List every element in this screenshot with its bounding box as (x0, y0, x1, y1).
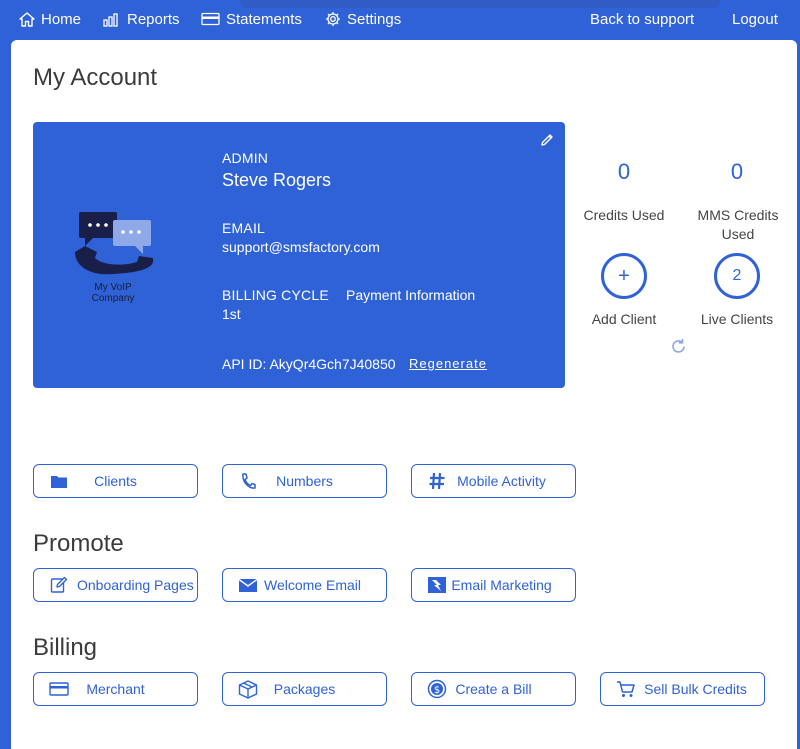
create-a-bill-button[interactable]: $ Create a Bill (411, 672, 576, 706)
billing-cycle-value: 1st (222, 306, 241, 322)
numbers-button[interactable]: Numbers (222, 464, 387, 498)
billing-cycle-label: BILLING CYCLE (222, 287, 329, 303)
nav-home[interactable]: Home (19, 0, 81, 38)
company-name: My VoIP Company (91, 282, 135, 304)
welcome-email-label: Welcome Email (264, 577, 361, 593)
mobile-activity-label: Mobile Activity (457, 473, 546, 489)
gear-icon (326, 12, 340, 26)
live-clients-value: 2 (732, 267, 742, 284)
welcome-email-button[interactable]: Welcome Email (222, 568, 387, 602)
nav-logout[interactable]: Logout (732, 0, 778, 38)
logout-label: Logout (732, 10, 778, 28)
nav-reports-label: Reports (127, 10, 180, 28)
role-label: ADMIN (222, 150, 269, 166)
clients-button[interactable]: Clients (33, 464, 198, 498)
promote-title: Promote (33, 530, 124, 557)
mms-used-value: 0 (730, 159, 744, 184)
onboarding-pages-label: Onboarding Pages (77, 577, 194, 593)
clients-label: Clients (94, 473, 137, 489)
sell-bulk-credits-label: Sell Bulk Credits (644, 681, 747, 697)
credit-card-icon (201, 12, 220, 26)
top-nav: Home Reports Statements Settings Back to… (0, 0, 800, 38)
nav-statements[interactable]: Statements (201, 0, 302, 38)
nav-back-to-support[interactable]: Back to support (590, 0, 694, 38)
regenerate-link[interactable]: Regenerate (409, 356, 487, 371)
payment-information-link[interactable]: Payment Information (346, 287, 475, 303)
live-clients-label: Live Clients (700, 311, 774, 327)
bar-chart-icon (103, 12, 118, 27)
add-client-button[interactable]: + (601, 253, 647, 299)
api-id: API ID: AkyQr4Gch7J40850 (222, 356, 396, 372)
nav-statements-label: Statements (226, 10, 302, 28)
back-to-support-label: Back to support (590, 10, 695, 28)
email-marketing-label: Email Marketing (451, 577, 552, 593)
email-label: EMAIL (222, 220, 266, 236)
create-a-bill-label: Create a Bill (455, 681, 532, 697)
home-icon (19, 11, 35, 27)
packages-label: Packages (273, 681, 336, 697)
page-title: My Account (33, 64, 158, 91)
nav-home-label: Home (41, 10, 82, 28)
live-clients-count[interactable]: 2 (714, 253, 760, 299)
mobile-activity-button[interactable]: Mobile Activity (411, 464, 576, 498)
packages-button[interactable]: Packages (222, 672, 387, 706)
merchant-button[interactable]: Merchant (33, 672, 198, 706)
credits-used-label: Credits Used (583, 207, 665, 223)
email-value: support@smsfactory.com (222, 239, 380, 255)
billing-title: Billing (33, 634, 98, 661)
nav-settings[interactable]: Settings (325, 0, 401, 38)
nav-reports[interactable]: Reports (103, 0, 180, 38)
mms-used-label: MMS Credits Used (697, 207, 779, 242)
refresh-icon[interactable] (669, 337, 688, 356)
merchant-label: Merchant (86, 681, 145, 697)
email-marketing-button[interactable]: Email Marketing (411, 568, 576, 602)
nav-settings-label: Settings (347, 10, 402, 28)
numbers-label: Numbers (276, 473, 333, 489)
edit-pencil-icon[interactable] (539, 132, 555, 148)
account-card: My VoIP Company ADMIN Steve Rogers EMAIL… (33, 122, 565, 388)
sell-bulk-credits-button[interactable]: Sell Bulk Credits (600, 672, 765, 706)
add-client-symbol: + (618, 264, 630, 287)
onboarding-pages-button[interactable]: Onboarding Pages (33, 568, 198, 602)
add-client-label: Add Client (591, 311, 657, 327)
credits-used-value: 0 (617, 159, 631, 184)
edit-page-icon (48, 576, 70, 594)
account-name: Steve Rogers (222, 170, 332, 190)
company-logo (75, 212, 153, 275)
